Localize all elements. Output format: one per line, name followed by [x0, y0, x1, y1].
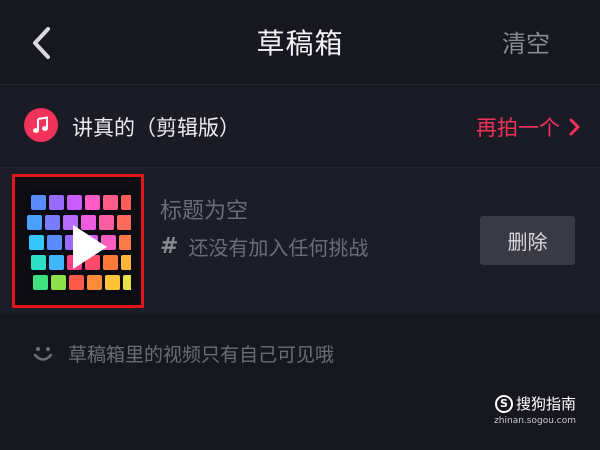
- keyboard-thumbnail-image: [25, 187, 131, 295]
- draft-challenge: # 还没有加入任何挑战: [160, 232, 368, 261]
- music-title: 讲真的（剪辑版）: [72, 116, 240, 140]
- draft-thumbnail[interactable]: [12, 174, 144, 308]
- music-note-icon: [24, 108, 58, 142]
- clear-button[interactable]: 清空: [502, 24, 550, 59]
- play-icon: [73, 225, 107, 269]
- watermark-url: zhinan.sogou.com: [494, 416, 576, 426]
- smile-icon: [33, 346, 53, 361]
- notice-text: 草稿箱里的视频只有自己可见哦: [68, 344, 335, 366]
- watermark-brand: 搜狗指南: [515, 395, 576, 413]
- watermark: S 搜狗指南 zhinan.sogou.com: [494, 393, 576, 426]
- delete-button[interactable]: 删除: [480, 216, 575, 265]
- music-row[interactable]: 讲真的（剪辑版） 再拍一个: [0, 85, 600, 168]
- draft-title: 标题为空: [160, 199, 249, 224]
- visibility-notice: 草稿箱里的视频只有自己可见哦: [32, 340, 334, 367]
- reshoot-button[interactable]: 再拍一个: [476, 112, 580, 142]
- hashtag-icon: #: [160, 234, 179, 259]
- challenge-text: 还没有加入任何挑战: [188, 236, 369, 260]
- top-bar: 草稿箱 清空: [0, 0, 600, 85]
- chevron-right-icon: [569, 118, 580, 136]
- reshoot-label: 再拍一个: [476, 116, 560, 140]
- sogou-logo-icon: S: [494, 394, 513, 413]
